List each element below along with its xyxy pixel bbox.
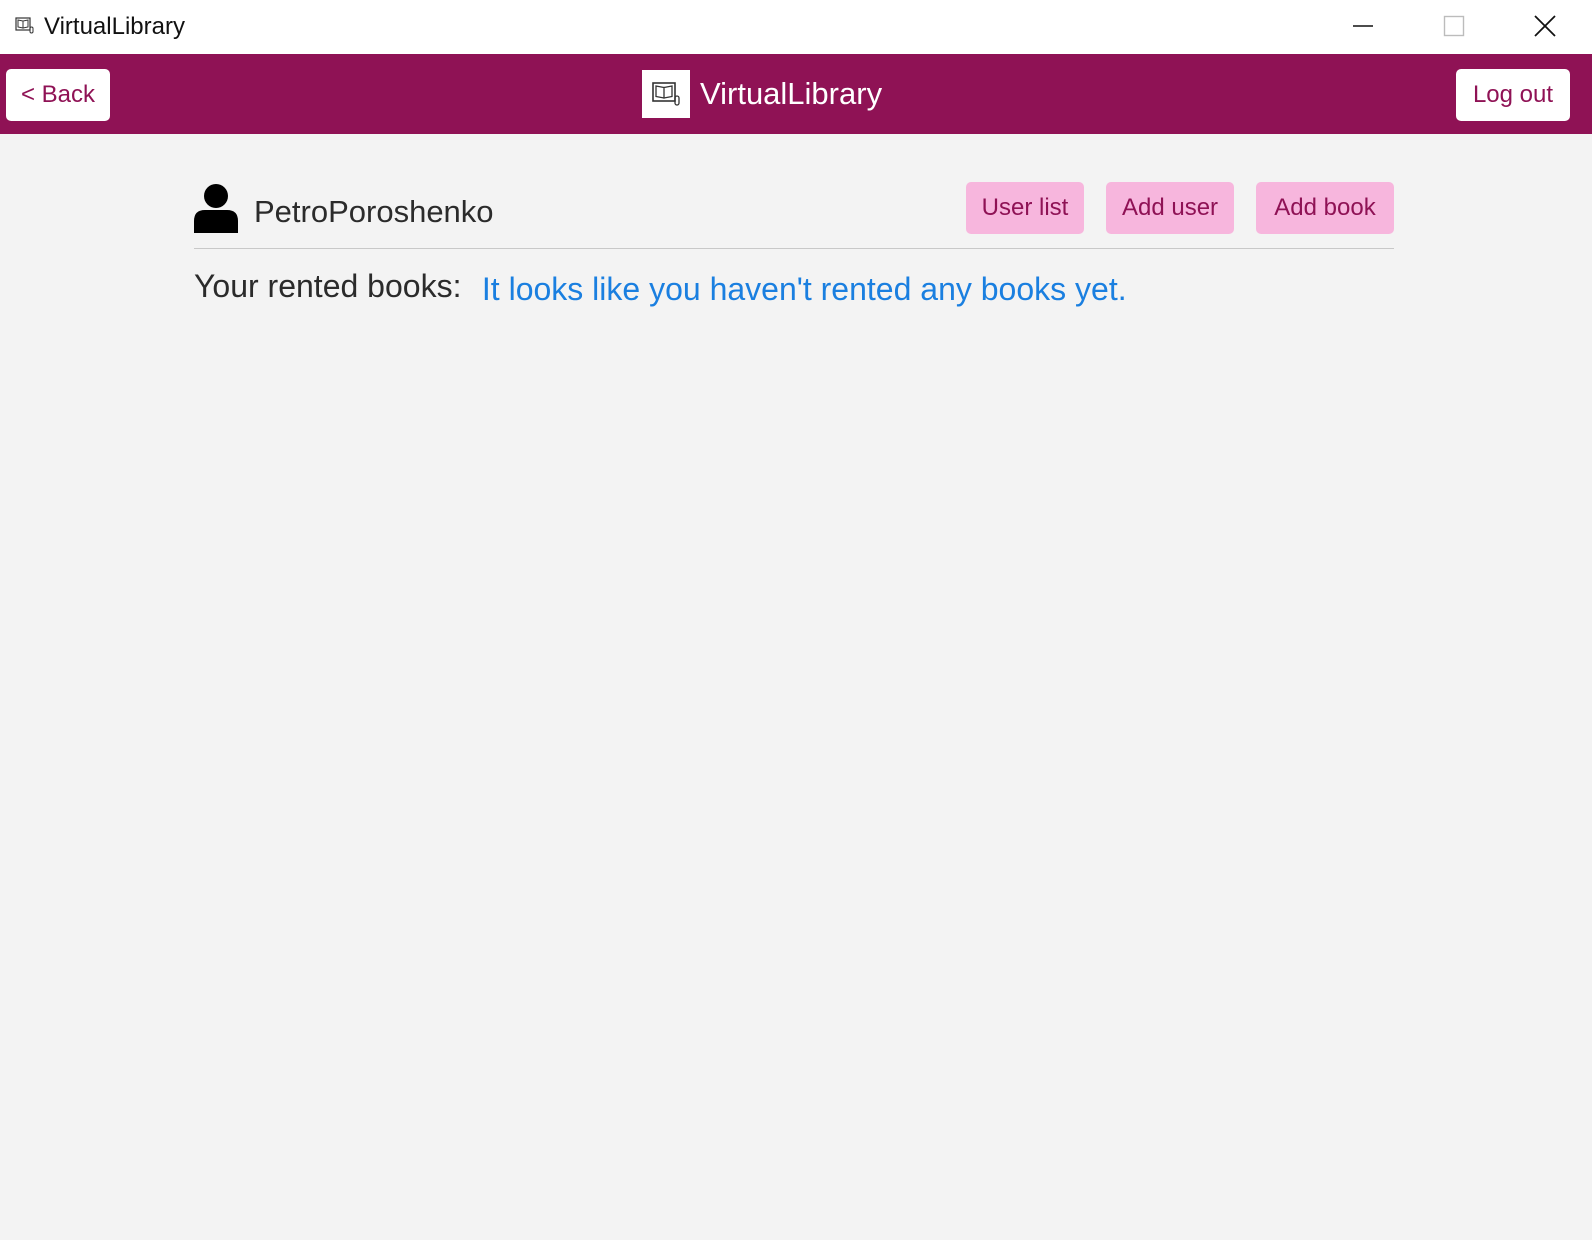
minimize-icon	[1353, 25, 1373, 27]
brand: VirtualLibrary	[642, 70, 882, 118]
window-titlebar: VirtualLibrary	[0, 0, 1592, 54]
user-icon	[194, 184, 238, 233]
brand-logo	[642, 70, 690, 118]
book-monitor-icon	[652, 82, 680, 106]
user-list-button[interactable]: User list	[966, 182, 1084, 234]
add-user-button[interactable]: Add user	[1106, 182, 1234, 234]
user-row: PetroPoroshenko User list Add user Add b…	[194, 180, 1394, 249]
username: PetroPoroshenko	[254, 194, 494, 229]
logout-button[interactable]: Log out	[1456, 69, 1570, 121]
back-button[interactable]: < Back	[6, 69, 110, 121]
app-header: < Back VirtualLibrary Log out	[0, 54, 1592, 134]
rented-books-section: Your rented books: It looks like you hav…	[194, 266, 1127, 309]
maximize-icon	[1443, 15, 1465, 37]
minimize-button[interactable]	[1318, 0, 1408, 52]
close-icon	[1534, 15, 1556, 37]
rented-books-label: Your rented books:	[194, 268, 462, 304]
book-monitor-icon	[15, 17, 34, 34]
brand-name: VirtualLibrary	[700, 76, 883, 111]
rented-books-empty-message: It looks like you haven't rented any boo…	[481, 271, 1127, 307]
maximize-button[interactable]	[1409, 0, 1499, 52]
add-book-button[interactable]: Add book	[1256, 182, 1394, 234]
window-title: VirtualLibrary	[44, 13, 185, 40]
close-button[interactable]	[1500, 0, 1590, 52]
